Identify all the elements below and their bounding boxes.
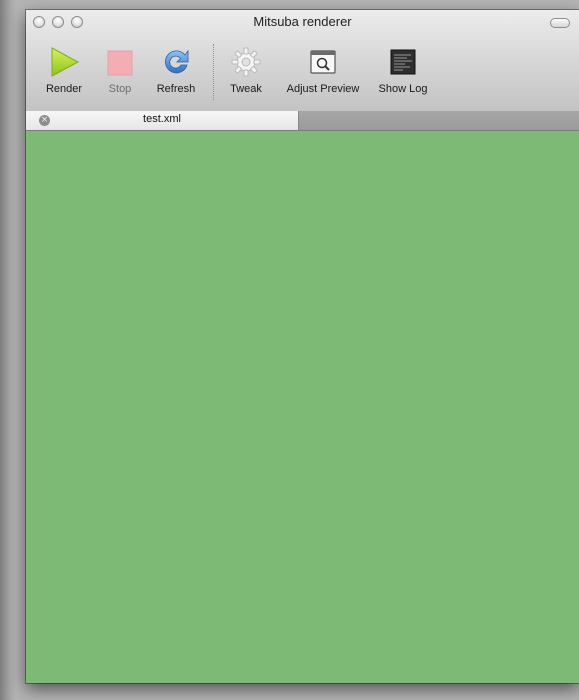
render-button[interactable]: Render bbox=[44, 46, 84, 95]
render-label: Render bbox=[45, 83, 83, 95]
render-preview-canvas[interactable] bbox=[26, 131, 579, 683]
unified-titlebar-toolbar: Mitsuba renderer Render Stop Refresh Twe… bbox=[26, 10, 579, 112]
tab-bar: × test.xml bbox=[26, 111, 579, 131]
show-log-button[interactable]: Show Log bbox=[376, 46, 430, 95]
gear-icon bbox=[230, 46, 262, 78]
show-log-label: Show Log bbox=[378, 83, 428, 95]
tab-label: test.xml bbox=[143, 113, 181, 125]
toolbar-separator bbox=[213, 44, 214, 100]
stop-icon bbox=[104, 46, 136, 78]
window-title: Mitsuba renderer bbox=[253, 14, 352, 29]
stop-button[interactable]: Stop bbox=[104, 46, 136, 95]
tab-test-xml[interactable]: × test.xml bbox=[26, 111, 299, 130]
log-console-icon bbox=[387, 46, 419, 78]
tweak-label: Tweak bbox=[230, 83, 262, 95]
adjust-preview-label: Adjust Preview bbox=[286, 83, 360, 95]
desktop-background: Mitsuba renderer Render Stop Refresh Twe… bbox=[0, 0, 579, 700]
tweak-button[interactable]: Tweak bbox=[228, 46, 264, 95]
mitsuba-window: Mitsuba renderer Render Stop Refresh Twe… bbox=[26, 10, 579, 683]
refresh-label: Refresh bbox=[156, 83, 196, 95]
play-icon bbox=[48, 46, 80, 78]
adjust-preview-button[interactable]: Adjust Preview bbox=[280, 46, 366, 95]
refresh-icon bbox=[160, 46, 192, 78]
magnifier-window-icon bbox=[307, 46, 339, 78]
stop-label: Stop bbox=[108, 83, 132, 95]
toolbar-toggle-button[interactable] bbox=[550, 18, 570, 28]
refresh-button[interactable]: Refresh bbox=[153, 46, 199, 95]
